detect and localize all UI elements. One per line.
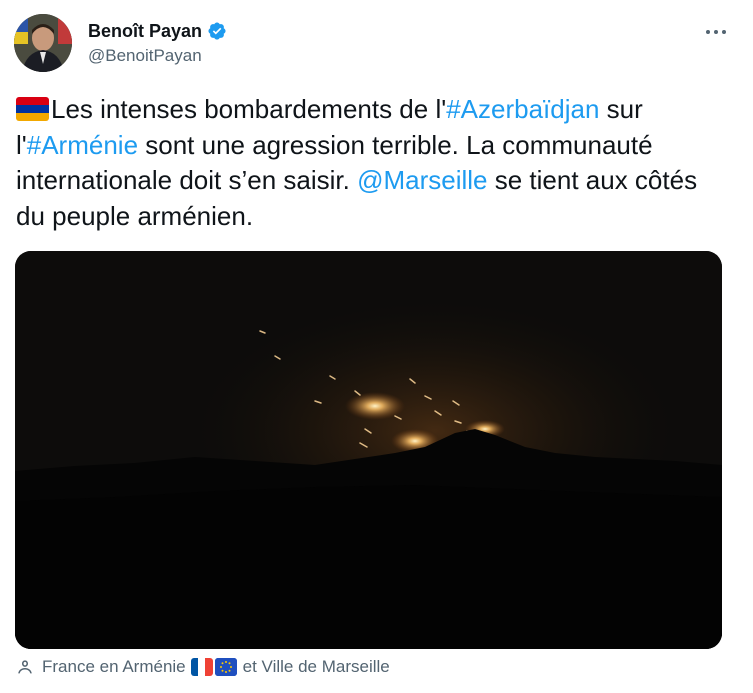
hashtag-link[interactable]: #Azerbaïdjan <box>446 94 599 124</box>
tagged-user-france[interactable]: France en Arménie <box>42 657 186 677</box>
mention-link[interactable]: @Marseille <box>357 165 487 195</box>
media-video[interactable] <box>15 251 722 649</box>
tweet-text: Les intenses bombardements de l'#Azerbaï… <box>16 92 731 234</box>
more-options-button[interactable] <box>701 20 731 44</box>
more-dot <box>722 30 726 34</box>
handle[interactable]: @BenoitPayan <box>88 46 227 66</box>
avatar[interactable] <box>14 14 72 72</box>
name-row: Benoît Payan <box>88 18 227 44</box>
tagged-user-marseille[interactable]: et Ville de Marseille <box>243 657 390 677</box>
verified-badge-icon <box>207 21 227 41</box>
more-dot <box>714 30 718 34</box>
display-name[interactable]: Benoît Payan <box>88 21 202 42</box>
tagged-users[interactable]: France en Arménie et Ville de Marseille <box>16 655 390 679</box>
hashtag-link[interactable]: #Arménie <box>27 130 138 160</box>
tweet-text-part: Les intenses bombardements de l' <box>51 94 447 124</box>
armenia-flag-icon <box>16 97 49 121</box>
author-block: Benoît Payan @BenoitPayan <box>88 18 227 66</box>
france-flag-icon <box>190 658 213 676</box>
more-horizontal-icon <box>706 30 710 34</box>
tweet-card: Benoît Payan @BenoitPayan Les intenses b… <box>0 0 753 693</box>
person-icon <box>18 660 32 674</box>
eu-flag-icon <box>214 658 237 676</box>
